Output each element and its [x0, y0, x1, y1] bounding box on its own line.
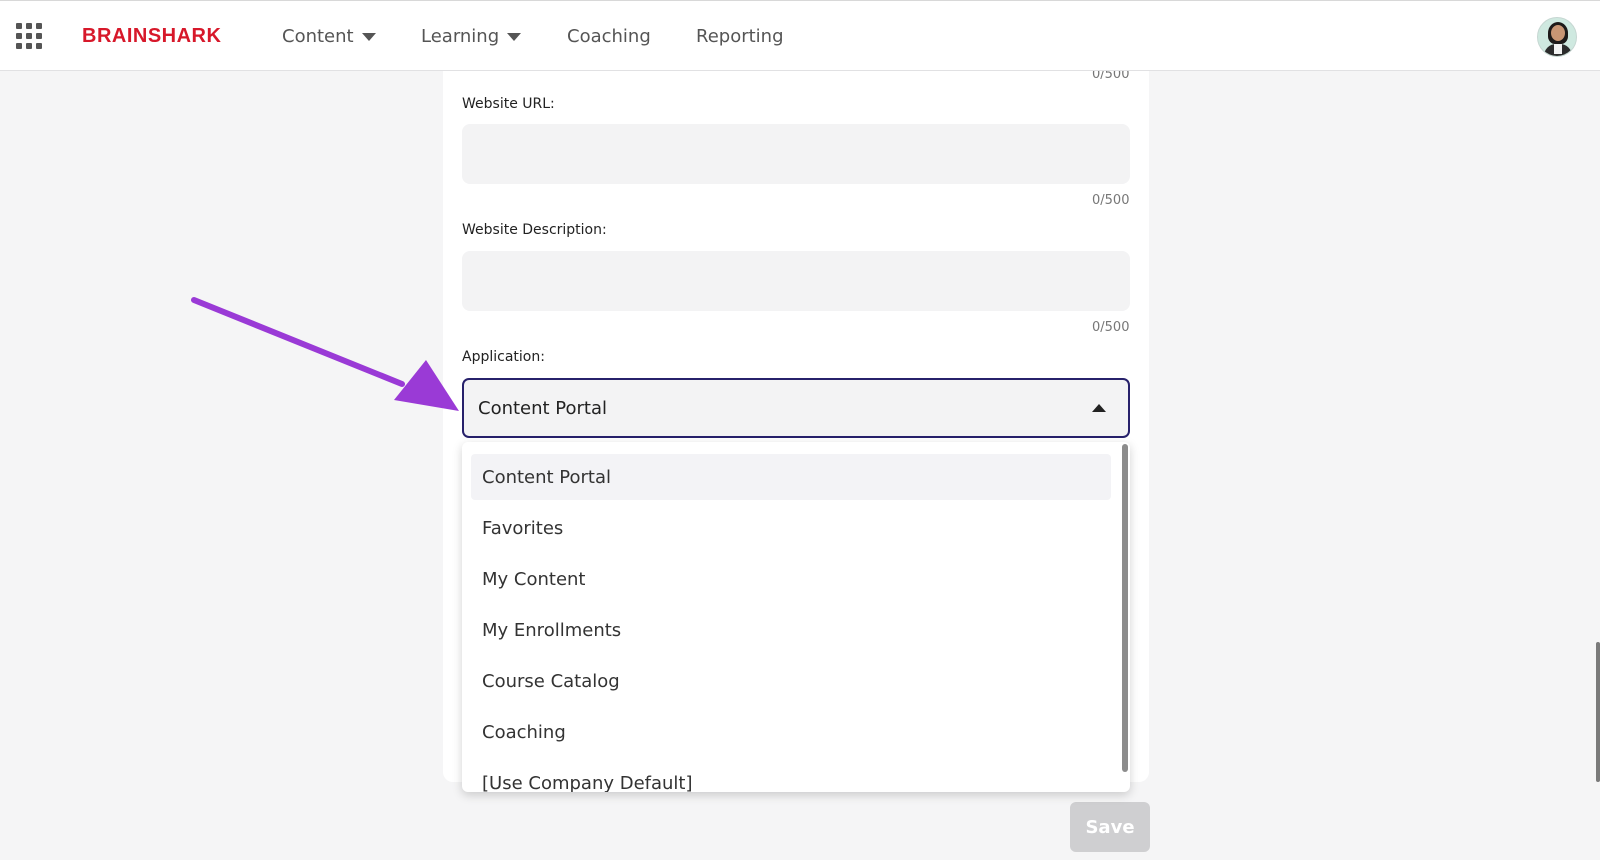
- application-select[interactable]: Content Portal: [462, 378, 1130, 438]
- application-selected-value: Content Portal: [478, 397, 608, 419]
- option-course-catalog[interactable]: Course Catalog: [471, 658, 1111, 704]
- website-description-label: Website Description:: [462, 222, 607, 238]
- option-use-company-default[interactable]: [Use Company Default]: [471, 760, 1111, 793]
- nav-content-label: Content: [282, 26, 354, 47]
- nav-reporting-label: Reporting: [696, 26, 784, 47]
- user-avatar[interactable]: [1537, 17, 1577, 57]
- apps-grid-icon[interactable]: [16, 23, 42, 49]
- nav-reporting[interactable]: Reporting: [696, 26, 784, 47]
- caret-down-icon: [361, 32, 376, 41]
- website-description-input[interactable]: [462, 251, 1130, 311]
- website-url-counter: 0/500: [1092, 193, 1130, 208]
- website-description-counter: 0/500: [1092, 320, 1130, 335]
- top-nav: BRAINSHARK Content Learning Coaching Rep…: [0, 0, 1600, 71]
- option-favorites[interactable]: Favorites: [471, 505, 1111, 551]
- caret-down-icon: [507, 32, 522, 41]
- website-url-input[interactable]: [462, 124, 1130, 184]
- website-url-label: Website URL:: [462, 96, 555, 112]
- nav-coaching[interactable]: Coaching: [567, 26, 651, 47]
- nav-learning-label: Learning: [421, 26, 500, 47]
- application-label: Application:: [462, 349, 545, 365]
- option-coaching[interactable]: Coaching: [471, 709, 1111, 755]
- application-dropdown-list: Content Portal Favorites My Content My E…: [462, 442, 1130, 792]
- nav-content[interactable]: Content: [282, 26, 376, 47]
- nav-coaching-label: Coaching: [567, 26, 651, 47]
- save-button[interactable]: Save: [1070, 802, 1150, 852]
- dropdown-scrollbar[interactable]: [1122, 444, 1128, 772]
- option-content-portal[interactable]: Content Portal: [471, 454, 1111, 500]
- option-my-enrollments[interactable]: My Enrollments: [471, 607, 1111, 653]
- option-my-content[interactable]: My Content: [471, 556, 1111, 602]
- nav-learning[interactable]: Learning: [421, 26, 522, 47]
- caret-up-icon: [1092, 404, 1106, 412]
- annotation-arrow-icon: [191, 297, 459, 411]
- brainshark-logo[interactable]: BRAINSHARK: [82, 25, 221, 48]
- page-scrollbar[interactable]: [1596, 642, 1600, 782]
